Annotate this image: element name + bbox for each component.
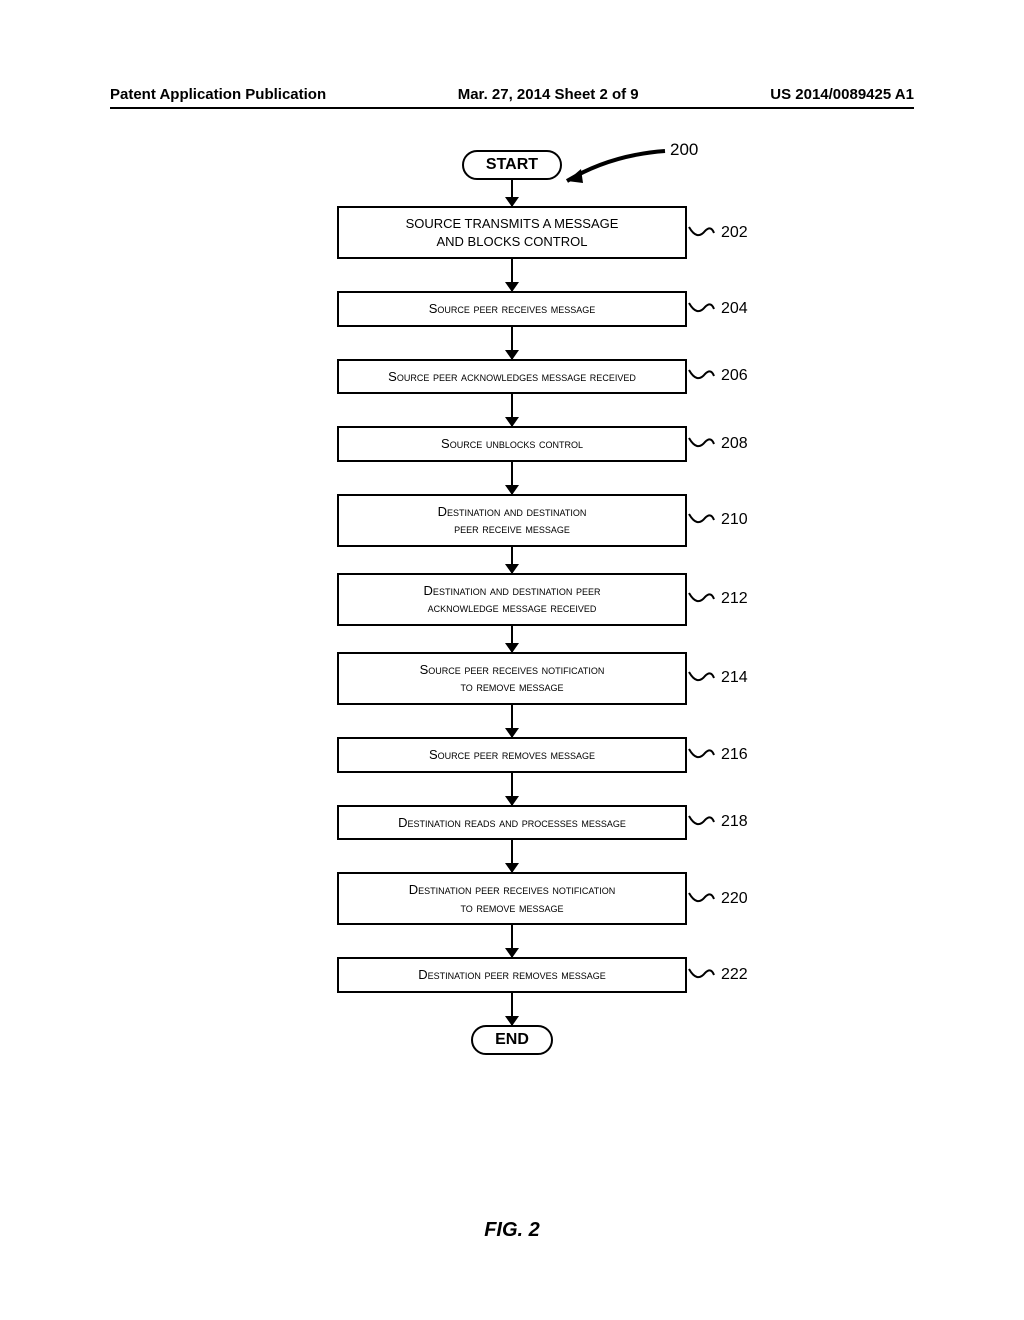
ref-callout: 220 [687, 889, 748, 909]
terminal-end: END [471, 1025, 553, 1055]
ref-connector-icon [687, 889, 715, 909]
page-header: Patent Application Publication Mar. 27, … [110, 86, 914, 109]
ref-number: 214 [721, 669, 748, 687]
process-step: Destination and destination peer receive… [337, 494, 687, 547]
flow-arrow [511, 773, 513, 805]
flow-arrow [511, 259, 513, 291]
process-box: Source peer removes message [337, 737, 687, 773]
ref-number: 206 [721, 367, 748, 385]
process-text: Destination and destination [349, 503, 675, 521]
process-text: Source unblocks control [349, 435, 675, 453]
ref-connector-icon [687, 965, 715, 985]
flow-arrow [511, 327, 513, 359]
ref-number: 220 [721, 890, 748, 908]
flow-arrow [511, 462, 513, 494]
process-text: peer receive message [349, 520, 675, 538]
ref-callout: 212 [687, 589, 748, 609]
ref-callout: 218 [687, 812, 748, 832]
ref-number: 212 [721, 590, 748, 608]
process-text: Destination peer receives notification [349, 881, 675, 899]
process-text: acknowledge message received [349, 599, 675, 617]
ref-callout: 204 [687, 299, 748, 319]
process-step: SOURCE TRANSMITS A MESSAGE AND BLOCKS CO… [337, 206, 687, 259]
ref-number: 222 [721, 966, 748, 984]
process-box: SOURCE TRANSMITS A MESSAGE AND BLOCKS CO… [337, 206, 687, 259]
process-step: Source peer receives message 204 [337, 291, 687, 327]
ref-callout: 214 [687, 668, 748, 688]
flow-arrow [511, 547, 513, 573]
flow-arrow [511, 394, 513, 426]
process-step: Destination reads and processes message … [337, 805, 687, 841]
ref-connector-icon [687, 223, 715, 243]
ref-connector-icon [687, 299, 715, 319]
flow-arrow [511, 705, 513, 737]
process-text: Source peer receives message [349, 300, 675, 318]
ref-connector-icon [687, 668, 715, 688]
process-step: Source unblocks control 208 [337, 426, 687, 462]
ref-number: 208 [721, 435, 748, 453]
ref-number: 216 [721, 746, 748, 764]
ref-number: 204 [721, 300, 748, 318]
header-right: US 2014/0089425 A1 [770, 86, 914, 103]
process-text: SOURCE TRANSMITS A MESSAGE [349, 215, 675, 233]
ref-number: 218 [721, 813, 748, 831]
process-box: Source peer receives notification to rem… [337, 652, 687, 705]
ref-callout: 210 [687, 510, 748, 530]
process-box: Destination reads and processes message [337, 805, 687, 841]
flow-arrow [511, 180, 513, 206]
process-step: Source peer removes message 216 [337, 737, 687, 773]
process-text: Destination peer removes message [349, 966, 675, 984]
flowchart: START SOURCE TRANSMITS A MESSAGE AND BLO… [0, 150, 1024, 1055]
process-text: Source peer receives notification [349, 661, 675, 679]
ref-connector-icon [687, 812, 715, 832]
process-box: Source peer receives message [337, 291, 687, 327]
process-box: Destination and destination peer acknowl… [337, 573, 687, 626]
process-step: Source peer receives notification to rem… [337, 652, 687, 705]
ref-callout: 206 [687, 366, 748, 386]
process-step: Destination and destination peer acknowl… [337, 573, 687, 626]
ref-number: 202 [721, 224, 748, 242]
ref-connector-icon [687, 510, 715, 530]
process-box: Source unblocks control [337, 426, 687, 462]
ref-connector-icon [687, 366, 715, 386]
process-text: Destination reads and processes message [349, 814, 675, 832]
ref-connector-icon [687, 434, 715, 454]
process-text: AND BLOCKS CONTROL [349, 233, 675, 251]
process-box: Destination peer receives notification t… [337, 872, 687, 925]
process-text: to remove message [349, 899, 675, 917]
process-step: Destination peer removes message 222 [337, 957, 687, 993]
process-text: Source peer acknowledges message receive… [349, 368, 675, 386]
ref-callout: 208 [687, 434, 748, 454]
flow-arrow [511, 993, 513, 1025]
process-step: Destination peer receives notification t… [337, 872, 687, 925]
process-box: Source peer acknowledges message receive… [337, 359, 687, 395]
flow-arrow [511, 626, 513, 652]
process-text: to remove message [349, 678, 675, 696]
ref-callout: 222 [687, 965, 748, 985]
figure-caption: FIG. 2 [0, 1219, 1024, 1242]
flow-arrow [511, 840, 513, 872]
ref-connector-icon [687, 589, 715, 609]
process-box: Destination and destination peer receive… [337, 494, 687, 547]
process-text: Destination and destination peer [349, 582, 675, 600]
process-text: Source peer removes message [349, 746, 675, 764]
ref-callout: 216 [687, 745, 748, 765]
ref-connector-icon [687, 745, 715, 765]
process-box: Destination peer removes message [337, 957, 687, 993]
process-step: Source peer acknowledges message receive… [337, 359, 687, 395]
flow-arrow [511, 925, 513, 957]
header-center: Mar. 27, 2014 Sheet 2 of 9 [458, 86, 639, 103]
terminal-start: START [462, 150, 562, 180]
header-left: Patent Application Publication [110, 86, 326, 103]
ref-number: 210 [721, 511, 748, 529]
ref-callout: 202 [687, 223, 748, 243]
